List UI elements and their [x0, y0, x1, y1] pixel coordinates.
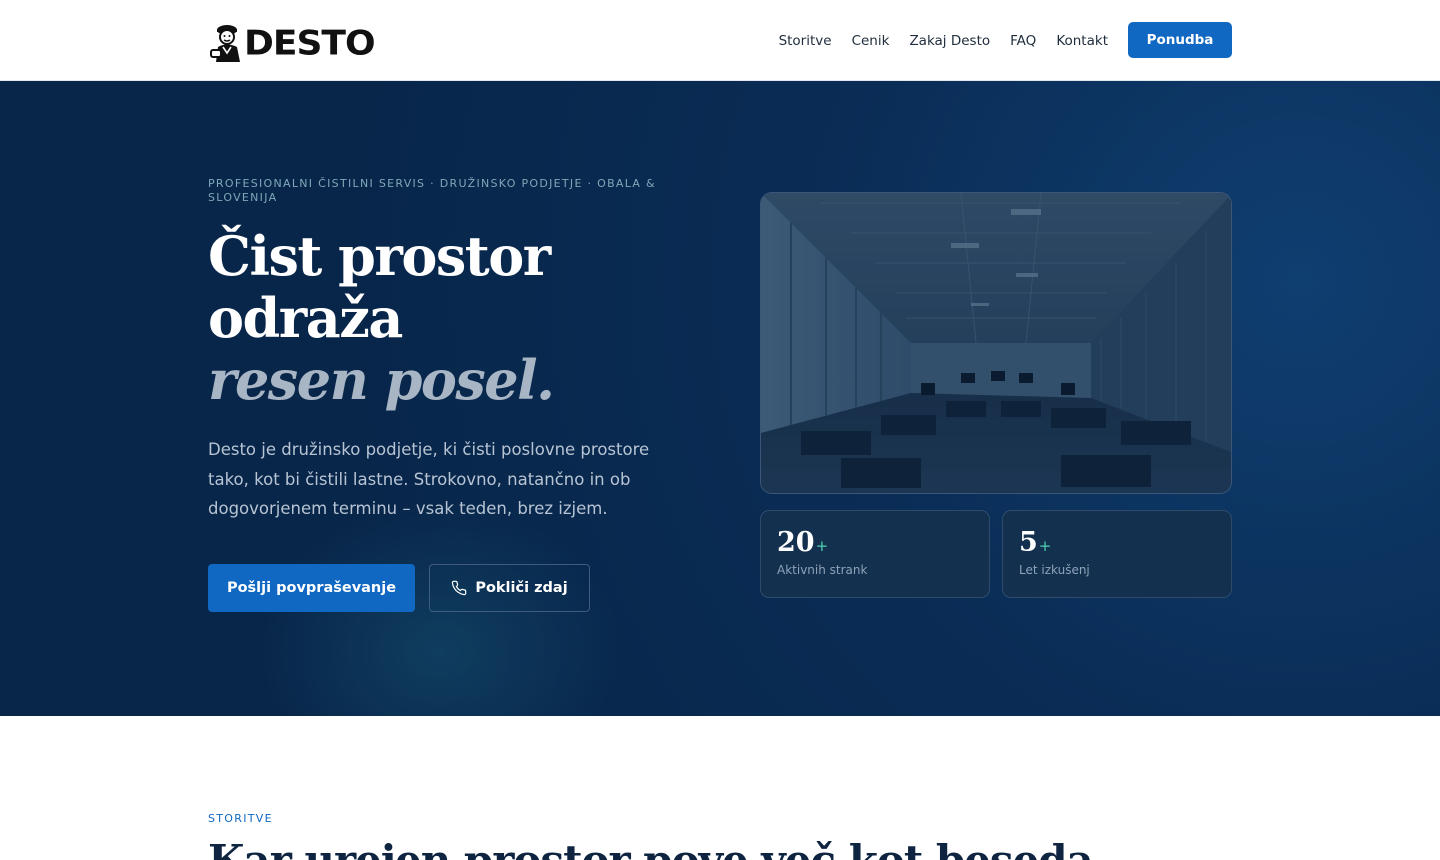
services-title: Kar urejen prostor pove več kot beseda: [208, 836, 1208, 860]
stat-number: 20: [777, 527, 815, 558]
nav-link-faq[interactable]: FAQ: [1010, 30, 1036, 52]
nav-link-zakaj-desto[interactable]: Zakaj Desto: [909, 30, 990, 52]
nav-link-kontakt[interactable]: Kontakt: [1056, 30, 1108, 52]
ponudba-button[interactable]: Ponudba: [1128, 22, 1232, 58]
stat-value: 20+: [777, 527, 828, 562]
hero-headline: Čist prostor odraža resen posel.: [208, 225, 728, 411]
site-header: DESTO Storitve Cenik Zakaj Desto FAQ Kon…: [0, 0, 1440, 81]
main-nav: Storitve Cenik Zakaj Desto FAQ Kontakt: [779, 30, 1108, 52]
stat-label: Aktivnih strank: [777, 563, 868, 577]
hero-eyebrow: PROFESIONALNI ČISTILNI SERVIS · DRUŽINSK…: [208, 177, 656, 204]
office-illustration: [761, 193, 1231, 493]
logo-wordmark: DESTO: [244, 24, 376, 63]
send-inquiry-button[interactable]: Pošlji povpraševanje: [208, 564, 415, 612]
nav-link-storitve[interactable]: Storitve: [779, 30, 832, 52]
headline-line-1: Čist prostor: [208, 224, 551, 288]
phone-icon: [452, 580, 467, 596]
stat-suffix: +: [1038, 537, 1052, 555]
desto-logo[interactable]: DESTO: [210, 18, 376, 63]
call-now-label: Pokliči zdaj: [475, 580, 568, 596]
stat-card-clients: 20+ Aktivnih strank: [760, 510, 990, 598]
headline-line-2: odraža: [208, 286, 403, 350]
hero-section: PROFESIONALNI ČISTILNI SERVIS · DRUŽINSK…: [0, 81, 1440, 716]
mascot-logo-icon: [210, 25, 240, 62]
stat-value: 5+: [1019, 527, 1051, 562]
stat-number: 5: [1019, 527, 1038, 558]
stat-label: Let izkušenj: [1019, 563, 1090, 577]
services-eyebrow: STORITVE: [208, 812, 273, 825]
stat-card-experience: 5+ Let izkušenj: [1002, 510, 1232, 598]
hero-lead: Desto je družinsko podjetje, ki čisti po…: [208, 440, 650, 518]
stat-suffix: +: [815, 537, 829, 555]
headline-accent: resen posel.: [208, 348, 555, 412]
office-image: [760, 192, 1232, 494]
nav-link-cenik[interactable]: Cenik: [852, 30, 890, 52]
call-now-button[interactable]: Pokliči zdaj: [429, 564, 590, 612]
